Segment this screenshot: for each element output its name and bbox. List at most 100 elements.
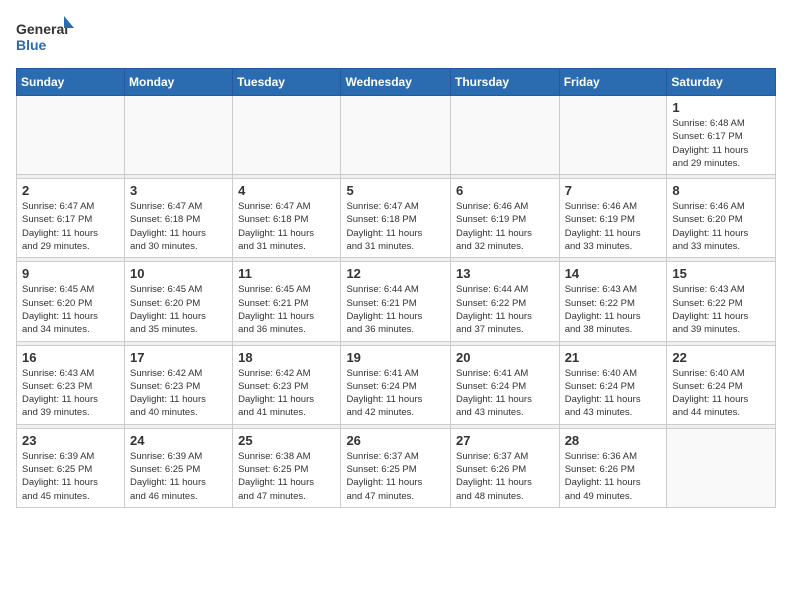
day-info: Sunrise: 6:38 AM Sunset: 6:25 PM Dayligh… <box>238 450 335 503</box>
calendar-cell <box>17 96 125 175</box>
day-info: Sunrise: 6:39 AM Sunset: 6:25 PM Dayligh… <box>130 450 227 503</box>
calendar-cell: 20 Sunrise: 6:41 AM Sunset: 6:24 PM Dayli… <box>450 345 559 424</box>
day-info: Sunrise: 6:43 AM Sunset: 6:22 PM Dayligh… <box>565 283 662 336</box>
calendar-cell <box>559 96 667 175</box>
day-number: 3 <box>130 183 227 198</box>
calendar-week-row: 9Sunrise: 6:45 AM Sunset: 6:20 PM Daylig… <box>17 262 776 341</box>
day-info: Sunrise: 6:41 AM Sunset: 6:24 PM Dayligh… <box>346 367 445 420</box>
day-number: 21 <box>565 350 662 365</box>
calendar-week-row: 23 Sunrise: 6:39 AM Sunset: 6:25 PM Dayli… <box>17 428 776 507</box>
day-info: Sunrise: 6:47 AM Sunset: 6:18 PM Dayligh… <box>346 200 445 253</box>
calendar-week-row: 2 Sunrise: 6:47 AM Sunset: 6:17 PM Daylig… <box>17 179 776 258</box>
day-number: 13 <box>456 266 554 281</box>
day-number: 28 <box>565 433 662 448</box>
calendar-week-row: 1Sunrise: 6:48 AM Sunset: 6:17 PM Daylig… <box>17 96 776 175</box>
svg-text:Blue: Blue <box>16 37 47 53</box>
logo-svg: GeneralBlue <box>16 16 76 60</box>
day-info: Sunrise: 6:44 AM Sunset: 6:21 PM Dayligh… <box>346 283 445 336</box>
day-info: Sunrise: 6:40 AM Sunset: 6:24 PM Dayligh… <box>672 367 770 420</box>
day-number: 10 <box>130 266 227 281</box>
day-info: Sunrise: 6:47 AM Sunset: 6:17 PM Dayligh… <box>22 200 119 253</box>
day-info: Sunrise: 6:45 AM Sunset: 6:20 PM Dayligh… <box>130 283 227 336</box>
day-number: 16 <box>22 350 119 365</box>
calendar-cell: 14 Sunrise: 6:43 AM Sunset: 6:22 PM Dayli… <box>559 262 667 341</box>
calendar-cell: 3 Sunrise: 6:47 AM Sunset: 6:18 PM Daylig… <box>125 179 233 258</box>
day-info: Sunrise: 6:48 AM Sunset: 6:17 PM Dayligh… <box>672 117 770 170</box>
day-number: 26 <box>346 433 445 448</box>
day-number: 19 <box>346 350 445 365</box>
day-info: Sunrise: 6:42 AM Sunset: 6:23 PM Dayligh… <box>130 367 227 420</box>
weekday-header-thursday: Thursday <box>450 69 559 96</box>
calendar-cell: 4 Sunrise: 6:47 AM Sunset: 6:18 PM Daylig… <box>233 179 341 258</box>
calendar-week-row: 16 Sunrise: 6:43 AM Sunset: 6:23 PM Dayli… <box>17 345 776 424</box>
calendar-cell: 16 Sunrise: 6:43 AM Sunset: 6:23 PM Dayli… <box>17 345 125 424</box>
day-number: 23 <box>22 433 119 448</box>
day-number: 2 <box>22 183 119 198</box>
weekday-header-row: SundayMondayTuesdayWednesdayThursdayFrid… <box>17 69 776 96</box>
calendar-cell: 10 Sunrise: 6:45 AM Sunset: 6:20 PM Dayli… <box>125 262 233 341</box>
day-number: 4 <box>238 183 335 198</box>
calendar-cell: 23 Sunrise: 6:39 AM Sunset: 6:25 PM Dayli… <box>17 428 125 507</box>
weekday-header-sunday: Sunday <box>17 69 125 96</box>
calendar-cell: 8Sunrise: 6:46 AM Sunset: 6:20 PM Daylig… <box>667 179 776 258</box>
calendar-cell: 1Sunrise: 6:48 AM Sunset: 6:17 PM Daylig… <box>667 96 776 175</box>
weekday-header-friday: Friday <box>559 69 667 96</box>
calendar-cell <box>341 96 451 175</box>
calendar-cell: 9Sunrise: 6:45 AM Sunset: 6:20 PM Daylig… <box>17 262 125 341</box>
day-info: Sunrise: 6:41 AM Sunset: 6:24 PM Dayligh… <box>456 367 554 420</box>
day-info: Sunrise: 6:37 AM Sunset: 6:25 PM Dayligh… <box>346 450 445 503</box>
calendar-cell: 28 Sunrise: 6:36 AM Sunset: 6:26 PM Dayli… <box>559 428 667 507</box>
calendar-cell <box>125 96 233 175</box>
day-info: Sunrise: 6:37 AM Sunset: 6:26 PM Dayligh… <box>456 450 554 503</box>
day-number: 15 <box>672 266 770 281</box>
calendar-cell: 22Sunrise: 6:40 AM Sunset: 6:24 PM Dayli… <box>667 345 776 424</box>
calendar-table: SundayMondayTuesdayWednesdayThursdayFrid… <box>16 68 776 508</box>
weekday-header-saturday: Saturday <box>667 69 776 96</box>
day-number: 6 <box>456 183 554 198</box>
calendar-cell: 11Sunrise: 6:45 AM Sunset: 6:21 PM Dayli… <box>233 262 341 341</box>
day-number: 7 <box>565 183 662 198</box>
calendar-cell: 17 Sunrise: 6:42 AM Sunset: 6:23 PM Dayli… <box>125 345 233 424</box>
weekday-header-wednesday: Wednesday <box>341 69 451 96</box>
day-number: 25 <box>238 433 335 448</box>
day-number: 17 <box>130 350 227 365</box>
calendar-cell: 27 Sunrise: 6:37 AM Sunset: 6:26 PM Dayli… <box>450 428 559 507</box>
calendar-cell: 6 Sunrise: 6:46 AM Sunset: 6:19 PM Daylig… <box>450 179 559 258</box>
svg-text:General: General <box>16 21 68 37</box>
day-number: 12 <box>346 266 445 281</box>
calendar-cell: 25 Sunrise: 6:38 AM Sunset: 6:25 PM Dayli… <box>233 428 341 507</box>
day-number: 20 <box>456 350 554 365</box>
day-number: 8 <box>672 183 770 198</box>
day-info: Sunrise: 6:43 AM Sunset: 6:22 PM Dayligh… <box>672 283 770 336</box>
day-number: 14 <box>565 266 662 281</box>
page-header: GeneralBlue <box>16 16 776 60</box>
calendar-cell: 19 Sunrise: 6:41 AM Sunset: 6:24 PM Dayli… <box>341 345 451 424</box>
day-number: 18 <box>238 350 335 365</box>
calendar-cell: 5 Sunrise: 6:47 AM Sunset: 6:18 PM Daylig… <box>341 179 451 258</box>
calendar-cell: 21 Sunrise: 6:40 AM Sunset: 6:24 PM Dayli… <box>559 345 667 424</box>
day-number: 5 <box>346 183 445 198</box>
calendar-cell: 2 Sunrise: 6:47 AM Sunset: 6:17 PM Daylig… <box>17 179 125 258</box>
day-number: 24 <box>130 433 227 448</box>
weekday-header-tuesday: Tuesday <box>233 69 341 96</box>
calendar-cell: 7Sunrise: 6:46 AM Sunset: 6:19 PM Daylig… <box>559 179 667 258</box>
day-info: Sunrise: 6:39 AM Sunset: 6:25 PM Dayligh… <box>22 450 119 503</box>
calendar-cell: 18Sunrise: 6:42 AM Sunset: 6:23 PM Dayli… <box>233 345 341 424</box>
calendar-cell: 26 Sunrise: 6:37 AM Sunset: 6:25 PM Dayli… <box>341 428 451 507</box>
day-info: Sunrise: 6:47 AM Sunset: 6:18 PM Dayligh… <box>130 200 227 253</box>
calendar-cell: 15 Sunrise: 6:43 AM Sunset: 6:22 PM Dayli… <box>667 262 776 341</box>
calendar-cell: 12 Sunrise: 6:44 AM Sunset: 6:21 PM Dayli… <box>341 262 451 341</box>
day-info: Sunrise: 6:43 AM Sunset: 6:23 PM Dayligh… <box>22 367 119 420</box>
calendar-cell: 24 Sunrise: 6:39 AM Sunset: 6:25 PM Dayli… <box>125 428 233 507</box>
day-info: Sunrise: 6:45 AM Sunset: 6:21 PM Dayligh… <box>238 283 335 336</box>
calendar-cell <box>233 96 341 175</box>
logo: GeneralBlue <box>16 16 76 60</box>
day-info: Sunrise: 6:45 AM Sunset: 6:20 PM Dayligh… <box>22 283 119 336</box>
day-info: Sunrise: 6:36 AM Sunset: 6:26 PM Dayligh… <box>565 450 662 503</box>
day-info: Sunrise: 6:47 AM Sunset: 6:18 PM Dayligh… <box>238 200 335 253</box>
day-info: Sunrise: 6:40 AM Sunset: 6:24 PM Dayligh… <box>565 367 662 420</box>
day-info: Sunrise: 6:46 AM Sunset: 6:19 PM Dayligh… <box>456 200 554 253</box>
day-number: 27 <box>456 433 554 448</box>
weekday-header-monday: Monday <box>125 69 233 96</box>
day-info: Sunrise: 6:44 AM Sunset: 6:22 PM Dayligh… <box>456 283 554 336</box>
